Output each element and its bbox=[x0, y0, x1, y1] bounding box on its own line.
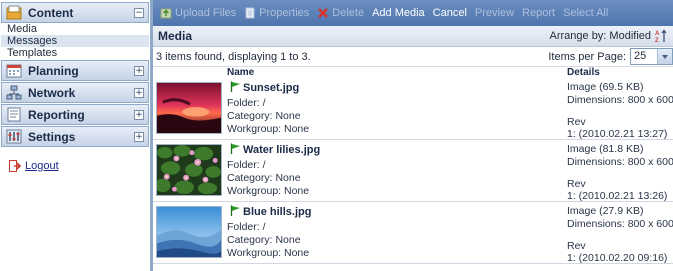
calendar-icon bbox=[6, 64, 22, 78]
sidebar-planning-title: Planning bbox=[28, 63, 79, 78]
add-media-label: Add Media bbox=[372, 7, 425, 19]
list-item[interactable]: Water lilies.jpg Folder: / Category: Non… bbox=[153, 140, 673, 202]
file-rev-label: Rev bbox=[567, 178, 586, 190]
sort-az-icon[interactable]: A Z bbox=[655, 29, 667, 43]
properties-icon bbox=[245, 7, 255, 19]
delete-label: Delete bbox=[332, 7, 365, 19]
svg-text:A: A bbox=[655, 31, 660, 37]
file-image-size: Image (69.5 KB) bbox=[567, 81, 644, 93]
list-item[interactable]: Blue hills.jpg Folder: / Category: None … bbox=[153, 202, 673, 264]
file-rev-label: Rev bbox=[567, 116, 586, 128]
flag-icon bbox=[230, 205, 240, 216]
content-subitems: Media Messages Templates bbox=[1, 23, 149, 59]
column-header-details[interactable]: Details bbox=[567, 67, 600, 78]
preview-button[interactable]: Preview bbox=[475, 7, 514, 19]
collapse-icon[interactable]: − bbox=[134, 8, 144, 18]
toolbar: Upload Files Properties Delete Add Media… bbox=[153, 0, 673, 26]
main-panel: Upload Files Properties Delete Add Media… bbox=[153, 0, 673, 271]
file-workgroup: Workgroup: None bbox=[227, 247, 310, 259]
sidebar-settings-title: Settings bbox=[28, 129, 76, 144]
file-workgroup: Workgroup: None bbox=[227, 185, 310, 197]
file-workgroup: Workgroup: None bbox=[227, 123, 310, 135]
items-per-page-select[interactable]: 25 bbox=[630, 48, 673, 65]
file-rev-date: 1: (2010.02.21 13:26) bbox=[567, 190, 668, 202]
items-per-page: Items per Page: 25 bbox=[548, 48, 673, 65]
sidebar-panel-content[interactable]: Content − bbox=[1, 2, 149, 23]
report-button[interactable]: Report bbox=[522, 7, 555, 19]
report-label: Report bbox=[522, 7, 556, 19]
properties-label: Properties bbox=[259, 7, 310, 19]
settings-icon bbox=[6, 129, 22, 144]
logout-link[interactable]: Logout bbox=[25, 160, 59, 172]
file-dimensions: Dimensions: 800 x 600 bbox=[567, 218, 673, 230]
sidebar: Content − Media Messages Templates Plann… bbox=[0, 0, 153, 271]
expand-icon[interactable]: + bbox=[134, 88, 144, 98]
upload-icon bbox=[160, 8, 172, 19]
sidebar-reporting-title: Reporting bbox=[28, 107, 85, 122]
file-rev-date: 1: (2010.02.20 09:16) bbox=[567, 252, 668, 264]
sidebar-item-templates[interactable]: Templates bbox=[1, 47, 149, 59]
logout-icon bbox=[9, 160, 21, 172]
sidebar-item-media[interactable]: Media bbox=[1, 23, 149, 35]
delete-button[interactable]: Delete bbox=[317, 7, 364, 19]
select-all-label: Select All bbox=[563, 7, 609, 19]
file-folder: Folder: / bbox=[227, 97, 266, 109]
file-category: Category: None bbox=[227, 172, 301, 184]
file-folder: Folder: / bbox=[227, 159, 266, 171]
select-all-button[interactable]: Select All bbox=[563, 7, 608, 19]
flag-icon bbox=[230, 81, 240, 92]
sidebar-panel-settings[interactable]: Settings + bbox=[1, 126, 149, 147]
file-dimensions: Dimensions: 800 x 600 bbox=[567, 94, 673, 106]
items-per-page-value: 25 bbox=[634, 50, 647, 62]
sidebar-panel-reporting[interactable]: Reporting + bbox=[1, 104, 149, 125]
sidebar-panel-network[interactable]: Network + bbox=[1, 82, 149, 103]
chevron-down-icon[interactable] bbox=[657, 49, 672, 64]
file-image-size: Image (81.8 KB) bbox=[567, 143, 644, 155]
cancel-button[interactable]: Cancel bbox=[433, 7, 467, 19]
file-name[interactable]: Blue hills.jpg bbox=[243, 206, 311, 218]
arrange-by-label[interactable]: Arrange by: Modified bbox=[550, 30, 652, 42]
expand-icon[interactable]: + bbox=[134, 66, 144, 76]
file-folder: Folder: / bbox=[227, 221, 266, 233]
sidebar-panel-planning[interactable]: Planning + bbox=[1, 60, 149, 81]
file-rev-date: 1: (2010.02.21 13:27) bbox=[567, 128, 668, 140]
upload-files-label: Upload Files bbox=[175, 7, 237, 19]
network-icon bbox=[6, 85, 22, 100]
upload-files-button[interactable]: Upload Files bbox=[160, 7, 236, 19]
content-folder-icon bbox=[6, 5, 22, 20]
sidebar-network-title: Network bbox=[28, 85, 76, 100]
thumbnail-sunset[interactable] bbox=[156, 82, 222, 134]
items-per-page-label: Items per Page: bbox=[548, 50, 626, 63]
results-count: 3 items found, displaying 1 to 3. bbox=[156, 50, 311, 63]
file-category: Category: None bbox=[227, 234, 301, 246]
file-image-size: Image (27.9 KB) bbox=[567, 205, 644, 217]
expand-icon[interactable]: + bbox=[134, 110, 144, 120]
properties-button[interactable]: Properties bbox=[244, 7, 309, 19]
thumbnail-blue-hills[interactable] bbox=[156, 206, 222, 258]
expand-icon[interactable]: + bbox=[134, 132, 144, 142]
cancel-label: Cancel bbox=[432, 7, 467, 19]
media-list: Sunset.jpg Folder: / Category: None Work… bbox=[153, 78, 673, 264]
sidebar-content-title: Content bbox=[28, 5, 74, 20]
file-category: Category: None bbox=[227, 110, 301, 122]
report-icon bbox=[7, 107, 21, 122]
preview-label: Preview bbox=[474, 7, 515, 19]
file-name[interactable]: Water lilies.jpg bbox=[243, 144, 320, 156]
file-name[interactable]: Sunset.jpg bbox=[243, 82, 299, 94]
delete-icon bbox=[318, 8, 329, 18]
add-media-button[interactable]: Add Media bbox=[372, 7, 425, 19]
column-header-name[interactable]: Name bbox=[227, 67, 254, 78]
sidebar-item-messages[interactable]: Messages bbox=[1, 35, 149, 47]
file-rev-label: Rev bbox=[567, 240, 586, 252]
thumbnail-water-lilies[interactable] bbox=[156, 144, 222, 196]
flag-icon bbox=[230, 143, 240, 154]
media-header: Media Arrange by: Modified A Z bbox=[153, 26, 673, 47]
page-title: Media bbox=[158, 29, 193, 43]
column-headers: Name Details bbox=[153, 67, 673, 78]
file-dimensions: Dimensions: 800 x 600 bbox=[567, 156, 673, 168]
logout-link-container[interactable]: Logout bbox=[9, 160, 59, 172]
svg-text:Z: Z bbox=[655, 38, 659, 43]
results-info-bar: 3 items found, displaying 1 to 3. Items … bbox=[153, 47, 673, 67]
list-item[interactable]: Sunset.jpg Folder: / Category: None Work… bbox=[153, 78, 673, 140]
